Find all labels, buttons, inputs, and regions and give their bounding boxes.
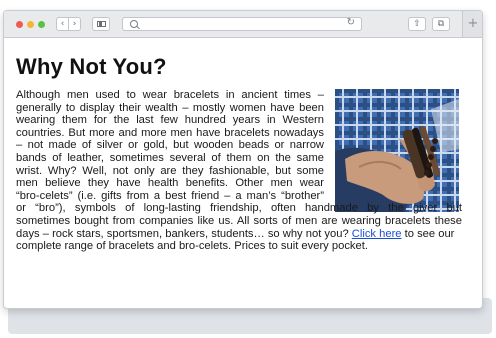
article-line: Although men used to wear bracelets in a… [16, 89, 324, 101]
search-icon [130, 20, 138, 28]
browser-toolbar: ‹ › ↻ ⇧ ⧉ + [4, 11, 482, 38]
address-bar[interactable]: ↻ [122, 17, 362, 31]
article-text: days – rock stars, sportsmen, bankers, s… [16, 227, 349, 240]
new-tab-button[interactable]: + [462, 11, 482, 37]
article-line: “bro-celets” (i.e. gifts from a best fri… [16, 189, 324, 202]
show-tabs-button[interactable]: ⧉ [432, 17, 450, 31]
minimize-window-button[interactable] [27, 21, 34, 28]
article-text: to see our [404, 227, 455, 240]
chevron-right-icon: › [72, 19, 77, 29]
article-line: generally to display their wealth – most… [16, 101, 324, 114]
article-line: or “bro”), symbols of long-lasting frien… [16, 202, 462, 215]
article-line: men believe they have health benefits. O… [16, 177, 324, 190]
chevron-left-icon: ‹ [60, 19, 65, 29]
share-icon: ⇧ [413, 19, 421, 29]
reload-icon[interactable]: ↻ [347, 17, 355, 28]
forward-button[interactable]: › [68, 17, 81, 31]
article-line: countries. But more and more men have br… [16, 126, 324, 139]
article-line: – not made of silver or gold, but wooden… [16, 139, 324, 152]
share-button[interactable]: ⇧ [408, 17, 426, 31]
article-line-with-link: days – rock stars, sportsmen, bankers, s… [16, 228, 462, 241]
page-title: Why Not You? [16, 54, 167, 79]
article-line: complete range of bracelets and bro-cele… [16, 240, 368, 253]
tabs-icon: ⧉ [437, 19, 445, 29]
sidebar-toggle-button[interactable] [92, 17, 110, 31]
close-window-button[interactable] [16, 21, 23, 28]
article-body: Although men used to wear bracelets in a… [16, 89, 462, 253]
zoom-window-button[interactable] [38, 21, 45, 28]
click-here-link[interactable]: Click here [352, 228, 402, 240]
sidebar-icon [97, 21, 106, 27]
article-line: sometimes bought from companies like us.… [16, 214, 462, 227]
article-line: bands of leather, sometimes several of t… [16, 151, 324, 164]
plus-icon: + [467, 16, 479, 31]
article-line: wrist. Why? Well, not only are they fash… [16, 164, 324, 177]
article-line: wearing them for the last few hundred ye… [16, 114, 324, 127]
